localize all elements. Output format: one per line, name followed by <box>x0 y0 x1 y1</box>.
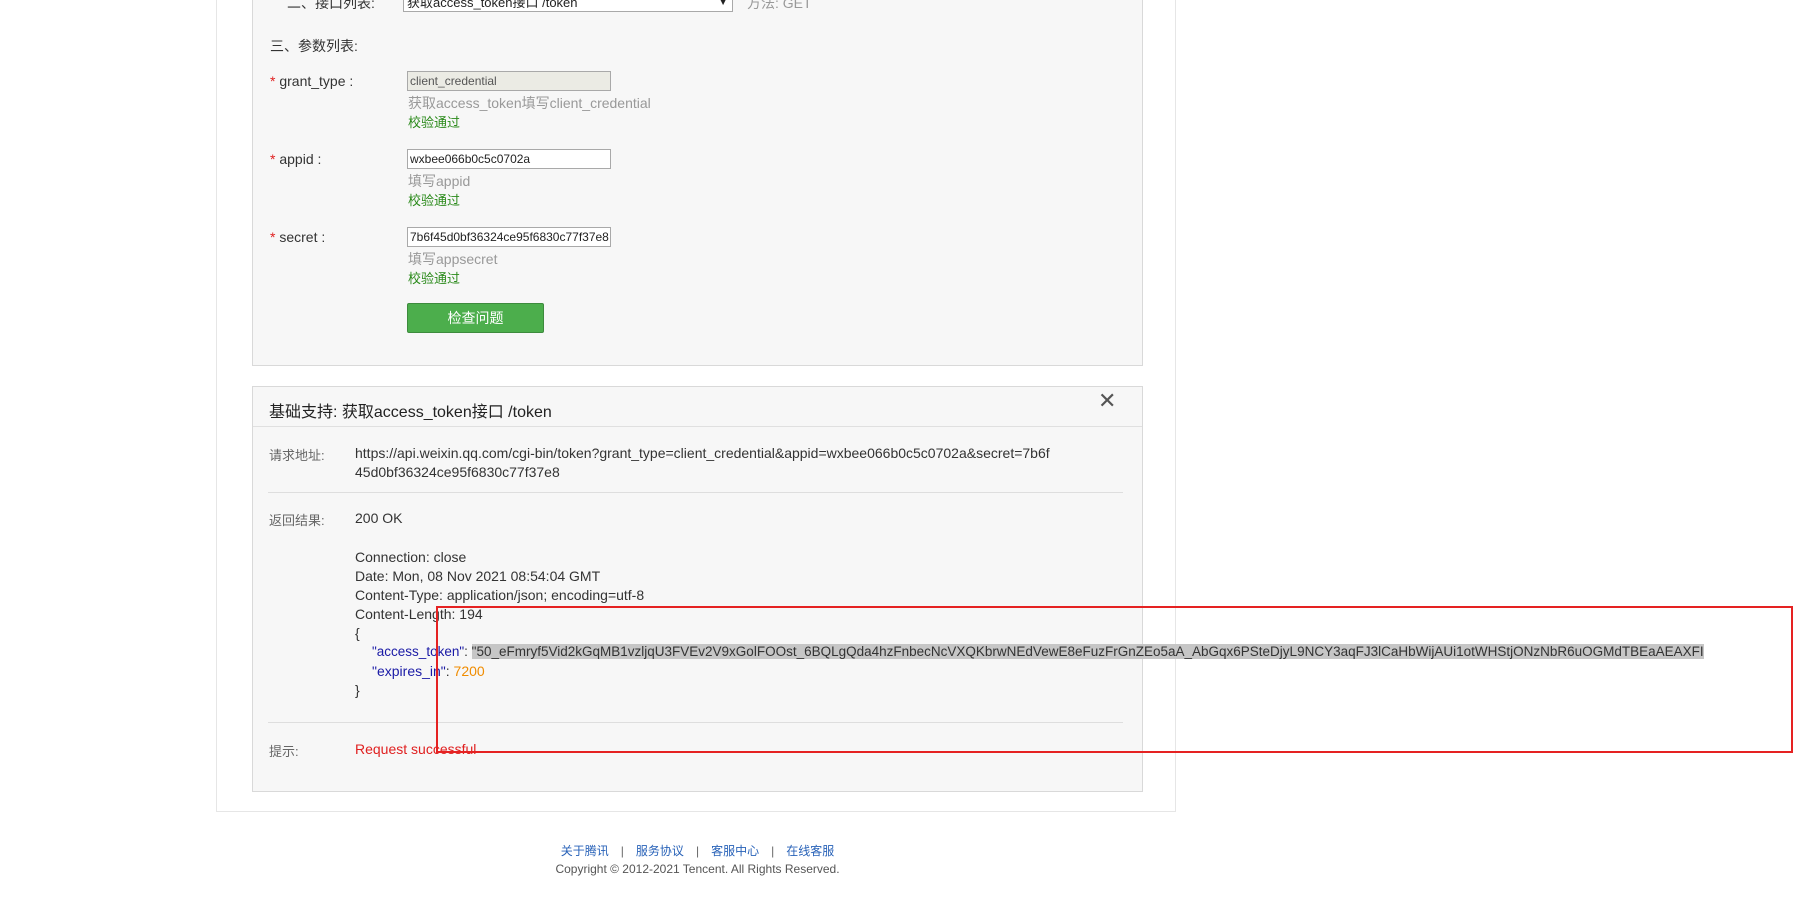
footer-link-about[interactable]: 关于腾讯 <box>561 844 609 858</box>
footer: 关于腾讯 | 服务协议 | 客服中心 | 在线客服 Copyright © 2012-202… <box>0 0 1395 904</box>
footer-separator: | <box>620 844 624 858</box>
footer-link-help[interactable]: 客服中心 <box>711 844 759 858</box>
footer-links: 关于腾讯 | 服务协议 | 客服中心 | 在线客服 <box>0 842 1395 859</box>
footer-link-online-service[interactable]: 在线客服 <box>786 844 834 858</box>
footer-separator: | <box>771 844 775 858</box>
footer-separator: | <box>695 844 700 858</box>
footer-link-agreement[interactable]: 服务协议 <box>636 844 684 858</box>
copyright: Copyright © 2012-2021 Tencent. All Right… <box>555 862 840 876</box>
